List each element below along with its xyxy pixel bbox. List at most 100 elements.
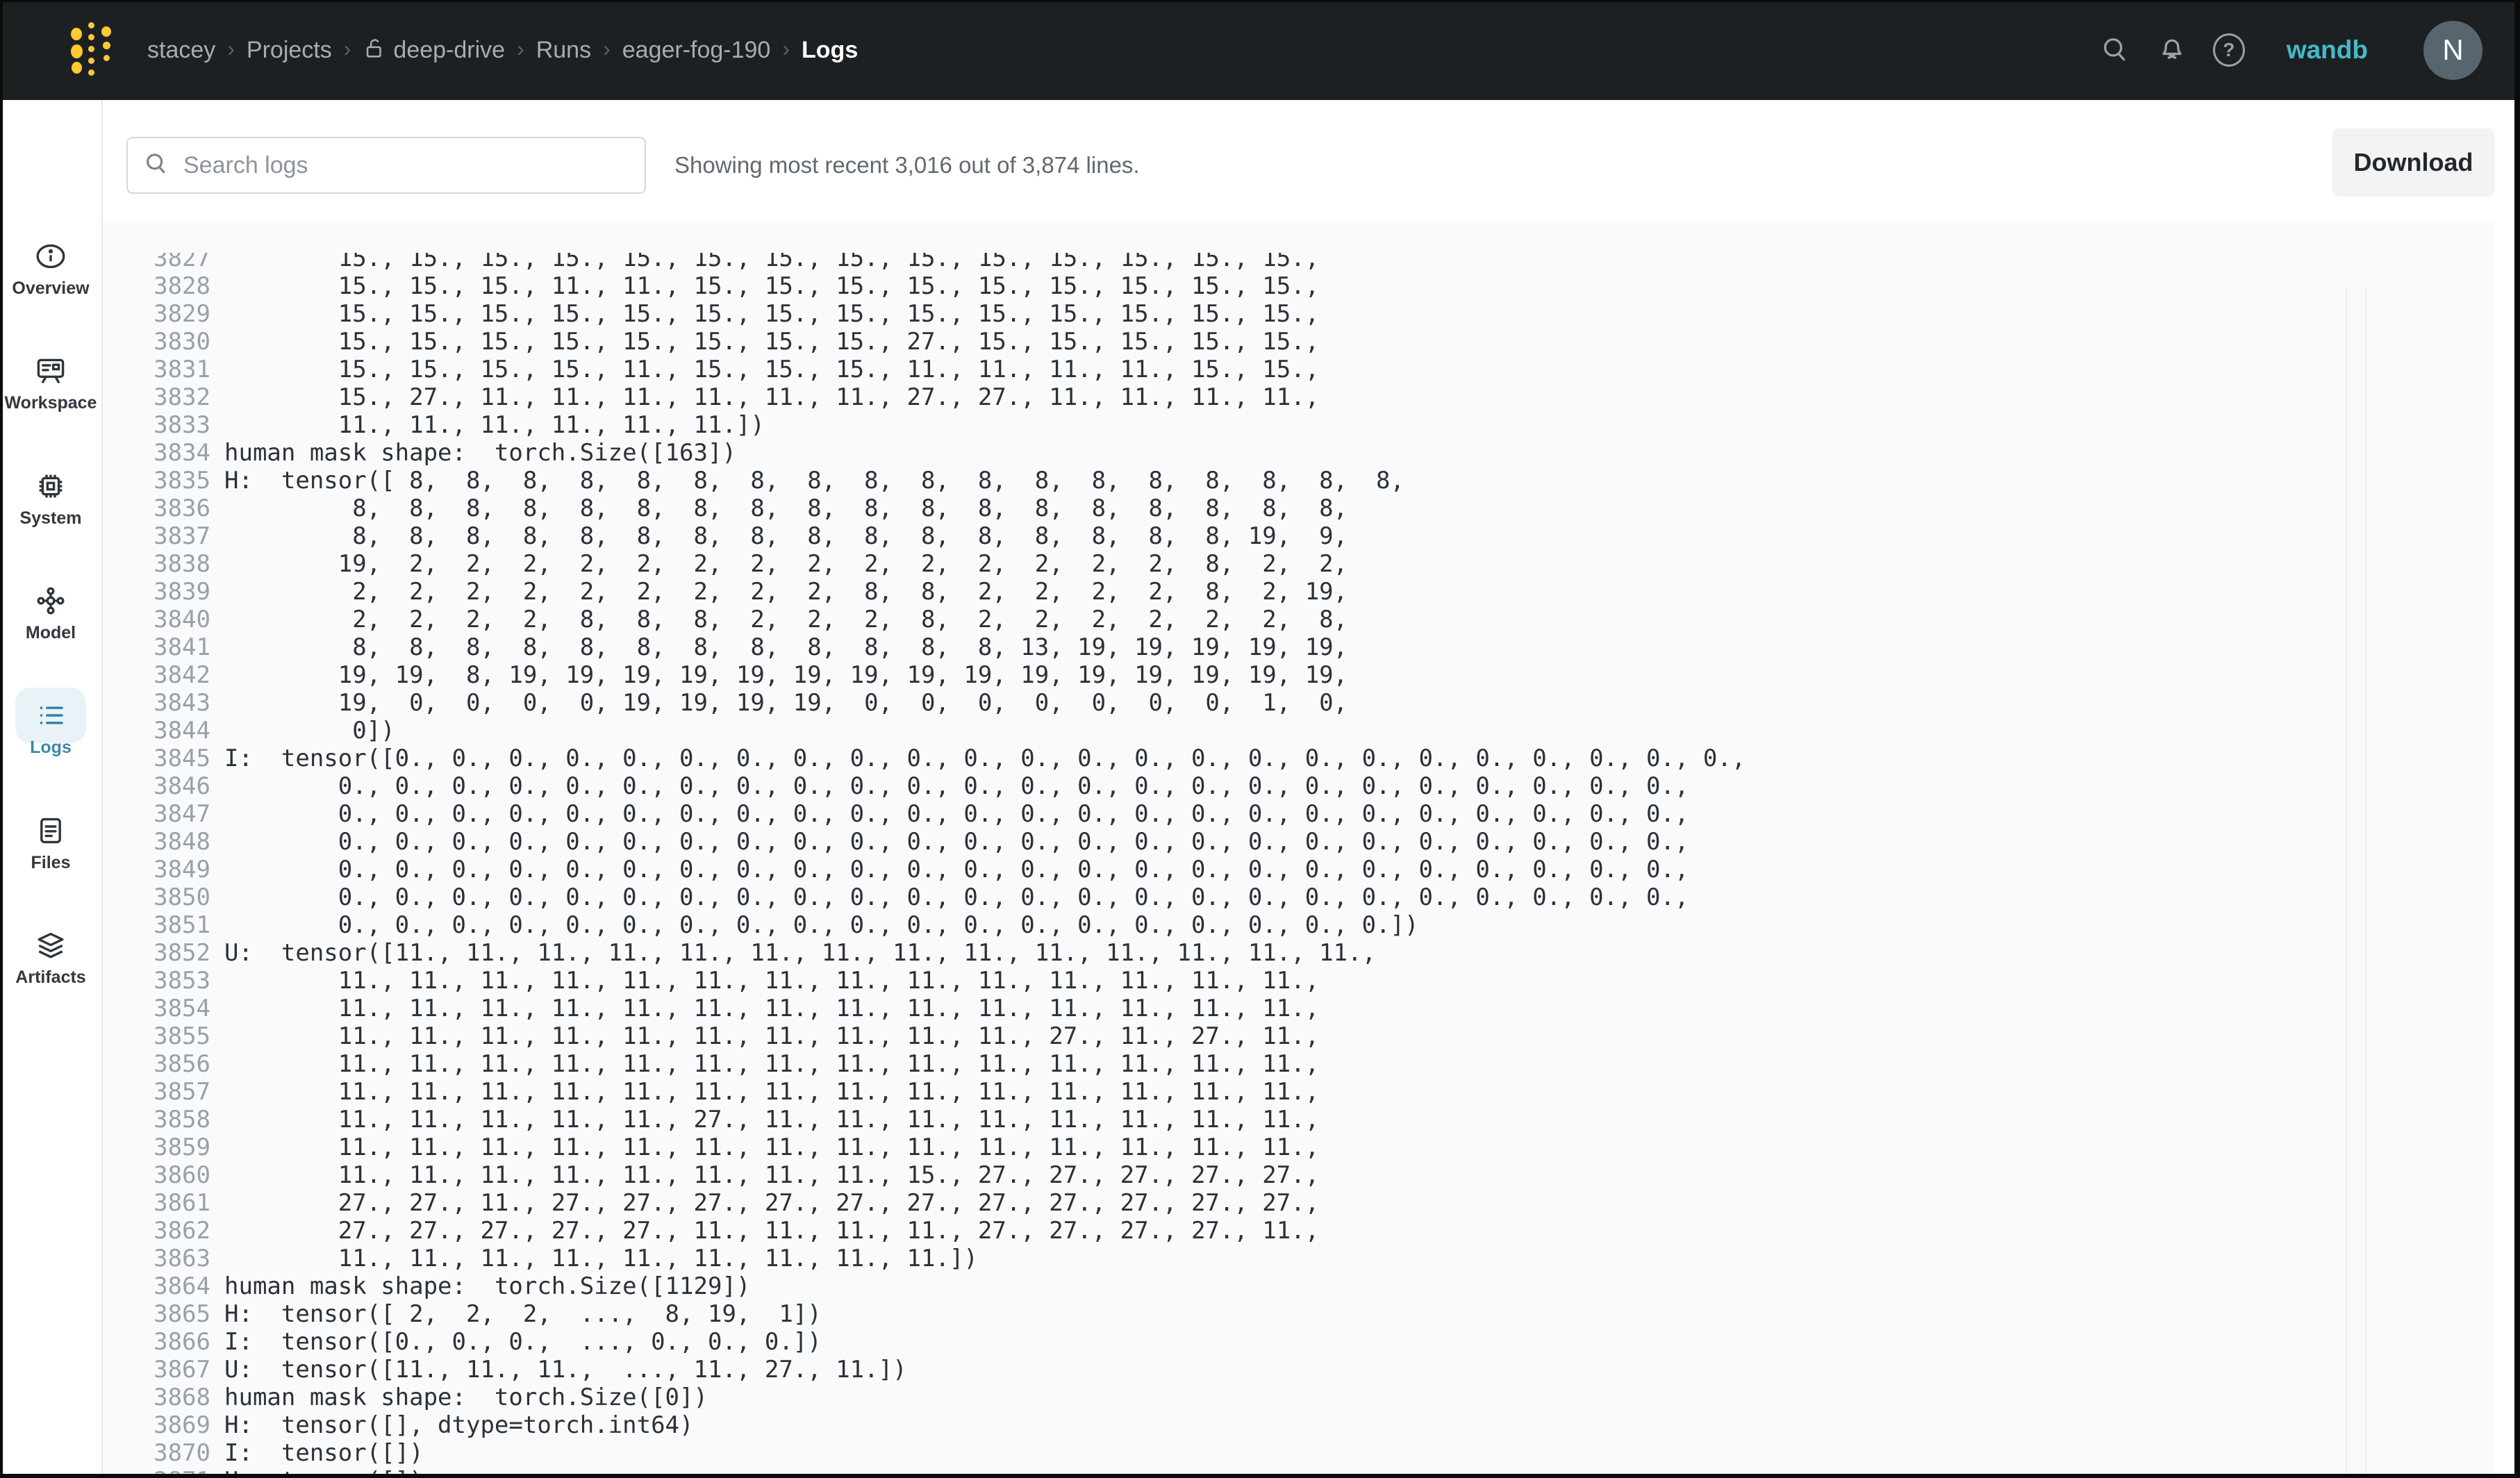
line-number: 3864 xyxy=(154,1272,210,1300)
breadcrumb-separator: › xyxy=(782,36,790,62)
line-text: human mask shape: torch.Size([0]) xyxy=(224,1384,708,1411)
line-text: 0., 0., 0., 0., 0., 0., 0., 0., 0., 0., … xyxy=(224,828,1689,856)
search-icon xyxy=(143,151,169,181)
line-number: 3830 xyxy=(154,328,210,356)
search-icon[interactable] xyxy=(2099,34,2131,66)
log-line: 3864 human mask shape: torch.Size([1129]) xyxy=(154,1272,2495,1300)
line-text: 15., 27., 11., 11., 11., 11., 11., 11., … xyxy=(224,383,1319,411)
breadcrumb: stacey › Projects › deep-drive › Runs › … xyxy=(147,0,858,100)
line-number: 3829 xyxy=(154,300,210,328)
log-line: 3846 0., 0., 0., 0., 0., 0., 0., 0., 0.,… xyxy=(154,772,2495,800)
sidebar-item-overview[interactable]: Overview xyxy=(0,240,101,299)
logs-list-icon xyxy=(0,699,101,732)
line-text: I: tensor([0., 0., 0., 0., 0., 0., 0., 0… xyxy=(224,745,1746,772)
wandb-home-link[interactable]: wandb xyxy=(2287,35,2368,65)
log-search-box[interactable] xyxy=(126,137,646,194)
line-text: 15., 15., 15., 15., 15., 15., 15., 15., … xyxy=(224,253,1319,272)
line-text: 11., 11., 11., 11., 11., 11., 11., 11., … xyxy=(224,1161,1319,1189)
line-text: H: tensor([], dtype=torch.int64) xyxy=(224,1411,694,1439)
log-line: 3871U: tensor([]) xyxy=(154,1467,2495,1474)
log-line: 3857 11., 11., 11., 11., 11., 11., 11., … xyxy=(154,1078,2495,1106)
log-count-status: Showing most recent 3,016 out of 3,874 l… xyxy=(674,137,1140,194)
line-number: 3847 xyxy=(154,800,210,828)
log-line: 3843 19, 0, 0, 0, 0, 19, 19, 19, 19, 0, … xyxy=(154,689,2495,717)
breadcrumb-separator: › xyxy=(517,36,524,62)
breadcrumb-projects[interactable]: Projects xyxy=(247,37,332,64)
line-number: 3865 xyxy=(154,1300,210,1328)
search-logs-input[interactable] xyxy=(182,151,629,180)
log-line: 3828 15., 15., 15., 11., 11., 15., 15., … xyxy=(154,272,2495,300)
log-line: 3867U: tensor([11., 11., 11., ..., 11., … xyxy=(154,1356,2495,1384)
line-number: 3860 xyxy=(154,1161,210,1189)
line-text: U: tensor([11., 11., 11., ..., 11., 27.,… xyxy=(224,1356,907,1384)
line-text: 27., 27., 11., 27., 27., 27., 27., 27., … xyxy=(224,1189,1319,1217)
line-number: 3828 xyxy=(154,272,210,300)
breadcrumb-runs[interactable]: Runs xyxy=(536,37,591,64)
log-line: 3870I: tensor([]) xyxy=(154,1439,2495,1467)
log-line: 3868human mask shape: torch.Size([0]) xyxy=(154,1384,2495,1411)
line-text: 19, 2, 2, 2, 2, 2, 2, 2, 2, 2, 2, 2, 2, … xyxy=(224,550,1348,578)
log-line: 3833 11., 11., 11., 11., 11., 11.]) xyxy=(154,411,2495,439)
line-text: human mask shape: torch.Size([1129]) xyxy=(224,1272,750,1300)
line-text: U: tensor([11., 11., 11., 11., 11., 11.,… xyxy=(224,939,1376,967)
line-text: 11., 11., 11., 11., 11., 11.]) xyxy=(224,411,765,439)
line-text: 11., 11., 11., 11., 11., 11., 11., 11., … xyxy=(224,1134,1319,1161)
line-number: 3832 xyxy=(154,383,210,411)
sidebar-item-artifacts[interactable]: Artifacts xyxy=(0,929,101,988)
line-number: 3855 xyxy=(154,1022,210,1050)
line-text: 2, 2, 2, 2, 2, 2, 2, 2, 2, 8, 8, 2, 2, 2… xyxy=(224,578,1348,606)
line-number: 3839 xyxy=(154,578,210,606)
line-number: 3866 xyxy=(154,1328,210,1356)
line-number: 3858 xyxy=(154,1106,210,1134)
log-line: 3841 8, 8, 8, 8, 8, 8, 8, 8, 8, 8, 8, 8,… xyxy=(154,633,2495,661)
breadcrumb-entity[interactable]: stacey xyxy=(147,37,215,64)
cpu-chip-icon xyxy=(0,470,101,503)
log-line: 3862 27., 27., 27., 27., 27., 11., 11., … xyxy=(154,1217,2495,1245)
breadcrumb-logs-current[interactable]: Logs xyxy=(802,37,858,64)
user-avatar[interactable]: N xyxy=(2423,21,2482,80)
line-text: 11., 11., 11., 11., 11., 27., 11., 11., … xyxy=(224,1106,1319,1134)
log-line: 3852U: tensor([11., 11., 11., 11., 11., … xyxy=(154,939,2495,967)
log-viewport: 3827 15., 15., 15., 15., 15., 15., 15., … xyxy=(101,253,2495,1474)
line-text: 15., 15., 15., 11., 11., 15., 15., 15., … xyxy=(224,272,1319,300)
open-lock-icon xyxy=(363,37,386,64)
breadcrumb-separator: › xyxy=(344,36,351,62)
line-text: 15., 15., 15., 15., 15., 15., 15., 15., … xyxy=(224,300,1319,328)
sidebar-item-logs[interactable]: Logs xyxy=(0,699,101,758)
layers-icon xyxy=(0,929,101,962)
log-line: 3849 0., 0., 0., 0., 0., 0., 0., 0., 0.,… xyxy=(154,856,2495,883)
line-text: 19, 0, 0, 0, 0, 19, 19, 19, 19, 0, 0, 0,… xyxy=(224,689,1348,717)
download-button[interactable]: Download xyxy=(2332,128,2495,197)
line-number: 3849 xyxy=(154,856,210,883)
log-line: 3842 19, 19, 8, 19, 19, 19, 19, 19, 19, … xyxy=(154,661,2495,689)
line-number: 3854 xyxy=(154,995,210,1022)
wandb-logo-icon[interactable] xyxy=(71,22,115,81)
line-number: 3857 xyxy=(154,1078,210,1106)
log-line: 3860 11., 11., 11., 11., 11., 11., 11., … xyxy=(154,1161,2495,1189)
line-number: 3831 xyxy=(154,356,210,383)
log-line: 3835H: tensor([ 8, 8, 8, 8, 8, 8, 8, 8, … xyxy=(154,467,2495,495)
log-line: 3859 11., 11., 11., 11., 11., 11., 11., … xyxy=(154,1134,2495,1161)
line-text: 11., 11., 11., 11., 11., 11., 11., 11., … xyxy=(224,1050,1319,1078)
line-number: 3863 xyxy=(154,1245,210,1272)
breadcrumb-project[interactable]: deep-drive xyxy=(363,37,505,64)
line-text: 8, 8, 8, 8, 8, 8, 8, 8, 8, 8, 8, 8, 8, 8… xyxy=(224,495,1348,522)
notifications-bell-icon[interactable] xyxy=(2156,34,2188,66)
sidebar-item-model[interactable]: Model xyxy=(0,584,101,643)
line-number: 3871 xyxy=(154,1467,210,1474)
sidebar-item-workspace[interactable]: Workspace xyxy=(0,354,101,413)
line-text: 0., 0., 0., 0., 0., 0., 0., 0., 0., 0., … xyxy=(224,911,1418,939)
sidebar-item-files[interactable]: Files xyxy=(0,814,101,873)
line-number: 3840 xyxy=(154,606,210,633)
log-line: 3865H: tensor([ 2, 2, 2, ..., 8, 19, 1]) xyxy=(154,1300,2495,1328)
log-line: 3856 11., 11., 11., 11., 11., 11., 11., … xyxy=(154,1050,2495,1078)
sidebar-item-system[interactable]: System xyxy=(0,470,101,529)
log-line: 3836 8, 8, 8, 8, 8, 8, 8, 8, 8, 8, 8, 8,… xyxy=(154,495,2495,522)
help-icon[interactable]: ? xyxy=(2213,34,2245,66)
line-number: 3837 xyxy=(154,522,210,550)
log-panel[interactable]: 3827 15., 15., 15., 15., 15., 15., 15., … xyxy=(101,221,2495,1474)
run-sidebar: Overview Workspace xyxy=(0,100,103,1478)
breadcrumb-run-name[interactable]: eager-fog-190 xyxy=(622,37,771,64)
log-line: 3845I: tensor([0., 0., 0., 0., 0., 0., 0… xyxy=(154,745,2495,772)
line-text: 27., 27., 27., 27., 27., 11., 11., 11., … xyxy=(224,1217,1319,1245)
